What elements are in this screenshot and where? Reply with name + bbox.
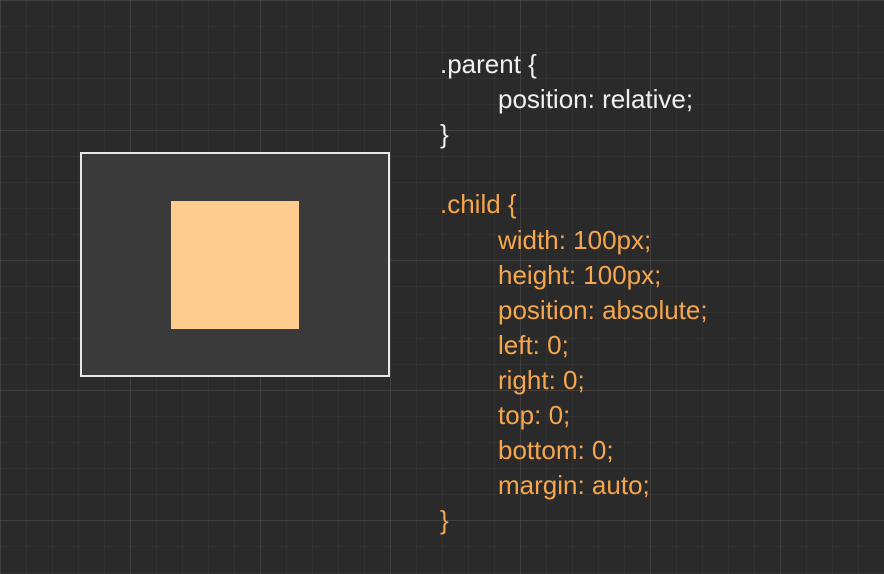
child-line-0: width: 100px;: [498, 225, 651, 255]
child-line-2: position: absolute;: [498, 295, 708, 325]
child-line-4: right: 0;: [498, 365, 585, 395]
parent-rule: .parent { position: relative; }: [440, 47, 708, 152]
child-line-5: top: 0;: [498, 400, 570, 430]
child-line-7: margin: auto;: [498, 470, 650, 500]
child-line-3: left: 0;: [498, 330, 569, 360]
child-rule: .child { width: 100px; height: 100px; po…: [440, 187, 708, 538]
child-selector: .child {: [440, 189, 517, 219]
parent-selector: .parent {: [440, 49, 537, 79]
parent-close: }: [440, 119, 449, 149]
child-box: [171, 201, 299, 329]
child-line-1: height: 100px;: [498, 260, 661, 290]
child-line-6: bottom: 0;: [498, 435, 614, 465]
parent-line-0: position: relative;: [498, 84, 693, 114]
css-code-block: .parent { position: relative; } .child {…: [440, 12, 708, 574]
child-close: }: [440, 505, 449, 535]
parent-box: [80, 152, 390, 377]
